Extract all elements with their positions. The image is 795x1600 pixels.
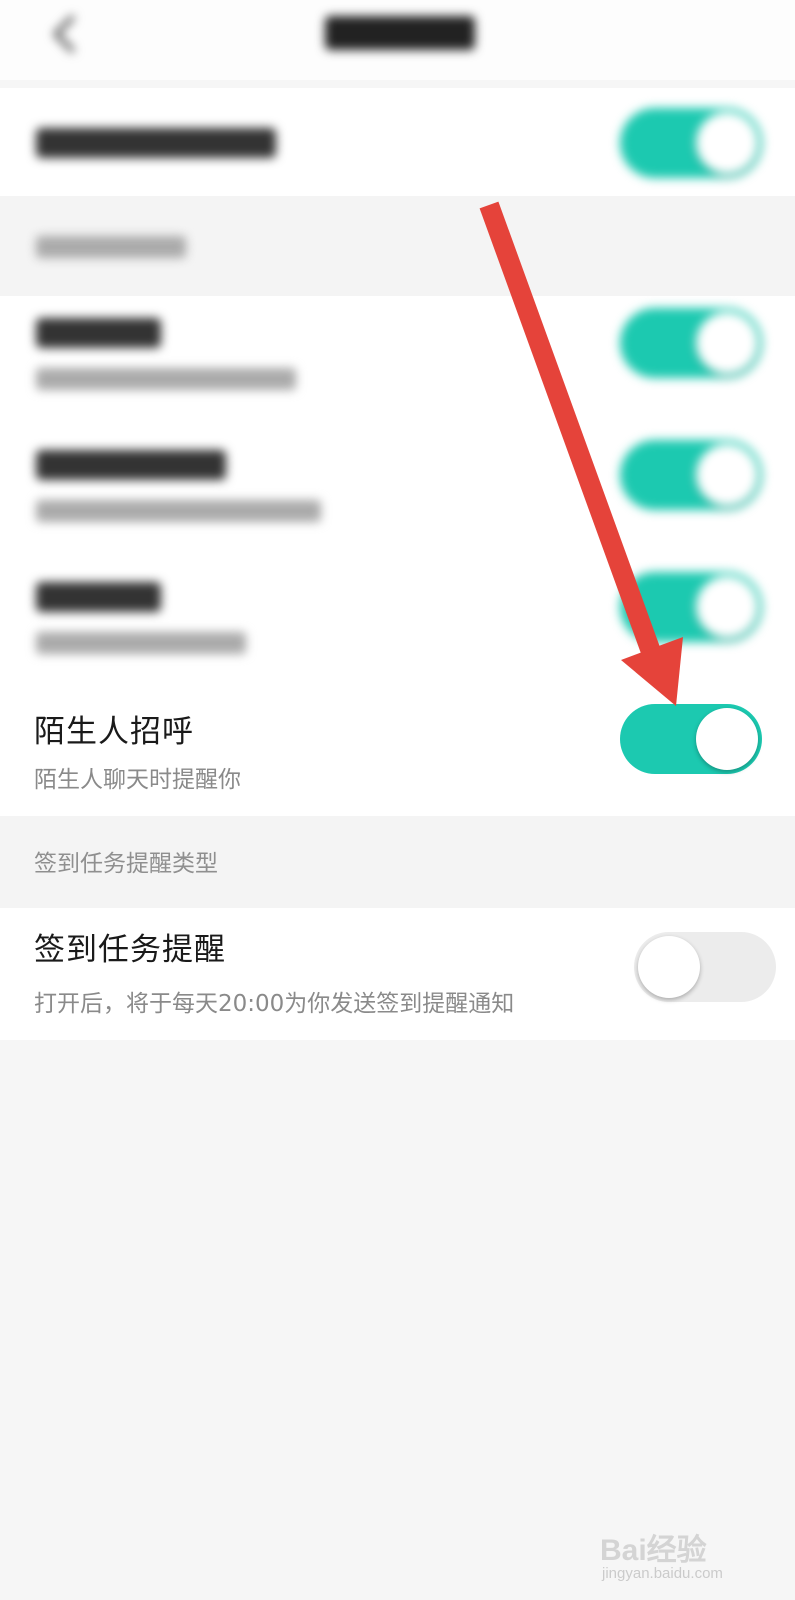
toggle-knob bbox=[696, 312, 758, 374]
stranger-greeting-toggle[interactable] bbox=[620, 704, 762, 774]
section-blur-layer bbox=[0, 196, 795, 296]
stranger-greeting-subtitle: 陌生人聊天时提醒你 bbox=[34, 767, 241, 793]
toggle-switch-obscured-1[interactable] bbox=[620, 108, 762, 178]
stranger-greeting-title: 陌生人招呼 bbox=[34, 714, 194, 750]
toggle-knob bbox=[638, 936, 700, 998]
group-blur-layer bbox=[0, 296, 795, 692]
toggle-knob bbox=[696, 112, 758, 174]
page-title-obscured bbox=[325, 16, 475, 50]
row-subtitle-obscured bbox=[36, 368, 296, 390]
watermark-url: jingyan.baidu.com bbox=[602, 1565, 723, 1582]
checkin-reminder-subtitle: 打开后，将于每天20:00为你发送签到提醒通知 bbox=[34, 991, 515, 1017]
watermark-brand: Bai经验 bbox=[600, 1534, 707, 1567]
row-title-obscured bbox=[36, 128, 276, 158]
section-label-obscured bbox=[36, 236, 186, 258]
back-arrow-icon[interactable] bbox=[46, 14, 80, 54]
toggle-switch-obscured-4[interactable] bbox=[620, 572, 762, 642]
toggle-switch-obscured-3[interactable] bbox=[620, 440, 762, 510]
toggle-knob bbox=[696, 708, 758, 770]
baidu-jingyan-watermark: Bai经验 jingyan.baidu.com bbox=[600, 1525, 785, 1585]
settings-row-checkin-reminder[interactable]: 签到任务提醒 打开后，将于每天20:00为你发送签到提醒通知 bbox=[0, 908, 795, 1040]
settings-group-obscured bbox=[0, 296, 795, 692]
toggle-knob bbox=[696, 576, 758, 638]
checkin-reminder-title: 签到任务提醒 bbox=[34, 932, 226, 968]
checkin-reminder-toggle[interactable] bbox=[634, 932, 776, 1002]
row-subtitle-obscured bbox=[36, 632, 246, 654]
row-title-obscured bbox=[36, 450, 226, 480]
app-header bbox=[0, 0, 795, 80]
toggle-switch-obscured-2[interactable] bbox=[620, 308, 762, 378]
settings-row-stranger-greeting[interactable]: 陌生人招呼 陌生人聊天时提醒你 bbox=[0, 692, 795, 816]
checkin-section-label: 签到任务提醒类型 bbox=[34, 851, 218, 877]
row-subtitle-obscured bbox=[36, 500, 321, 522]
settings-row-obscured-1[interactable] bbox=[0, 88, 795, 196]
row-blur-layer bbox=[0, 88, 795, 196]
row-title-obscured bbox=[36, 318, 161, 348]
section-header-obscured bbox=[0, 196, 795, 296]
row-title-obscured bbox=[36, 582, 161, 612]
toggle-knob bbox=[696, 444, 758, 506]
section-header-checkin: 签到任务提醒类型 bbox=[0, 816, 795, 908]
